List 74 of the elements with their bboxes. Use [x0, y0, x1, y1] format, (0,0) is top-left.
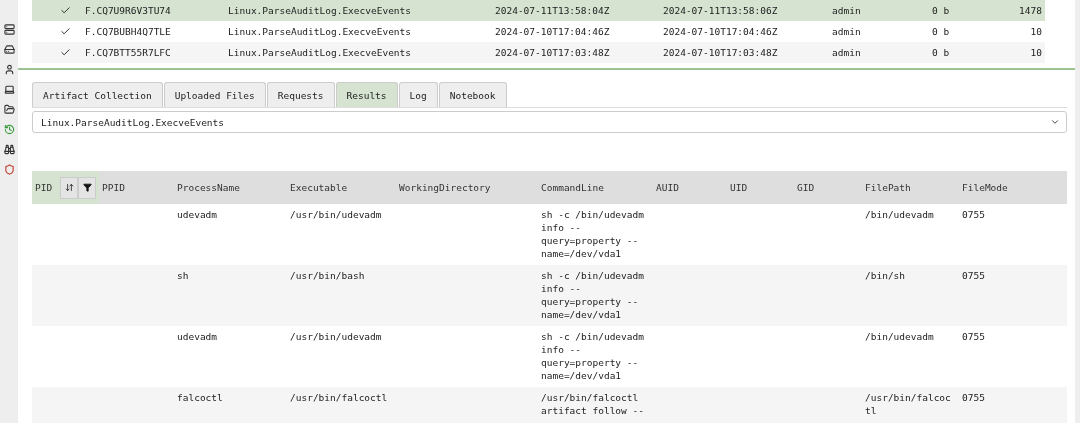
filter-button[interactable]: [78, 176, 96, 199]
table-cell-text: admin: [832, 5, 862, 16]
table-cell: 0755: [962, 392, 985, 403]
table-cell-text: admin: [832, 26, 862, 37]
column-header[interactable]: PPID: [99, 171, 174, 204]
table-cell: /usr/bin/falcoctl: [290, 392, 388, 403]
table-cell-text: Linux.ParseAuditLog.ExecveEvents: [228, 5, 413, 16]
table-cell-text: 0 b: [932, 26, 951, 37]
table-cell: 0755: [962, 270, 985, 281]
column-header[interactable]: FilePath: [862, 171, 959, 204]
table-cell-text: 1478: [1018, 5, 1042, 16]
table-cell: /bin/udevadm: [865, 209, 934, 220]
table-cell: /usr/bin/udevadm: [290, 209, 382, 220]
artifact-select[interactable]: Linux.ParseAuditLog.ExecveEvents: [32, 111, 1067, 133]
column-header[interactable]: ProcessName: [174, 171, 287, 204]
table-cell: 0755: [962, 331, 985, 342]
table-cell-text: 2024-07-10T17:03:48Z: [663, 47, 779, 58]
column-header[interactable]: GID: [794, 171, 862, 204]
column-header[interactable]: AUID: [653, 171, 727, 204]
table-cell-text: 10: [1029, 47, 1042, 58]
chevron-down-icon: [1050, 117, 1060, 127]
binoculars-icon[interactable]: [3, 142, 15, 156]
column-header[interactable]: Executable: [287, 171, 396, 204]
tab[interactable]: Requests: [266, 82, 335, 107]
shield-icon[interactable]: [3, 162, 15, 176]
tab[interactable]: Results: [335, 82, 398, 107]
server-icon[interactable]: [3, 22, 15, 36]
table-cell-text: 0 b: [932, 5, 951, 16]
table-cell: /usr/bin/bash: [290, 270, 365, 281]
table-cell: udevadm: [177, 331, 218, 342]
tab[interactable]: Notebook: [438, 82, 507, 107]
table-cell-text: 2024-07-11T13:58:06Z: [663, 5, 779, 16]
table-cell-text: admin: [832, 47, 862, 58]
flow-row[interactable]: F.CQ7BTT55R7LFC Linux.ParseAuditLog.ExecveEvents 2024-07-10T17:03:48Z 2024-07-10T17:03:48Z admin 0 b 10: [32, 42, 1045, 63]
table-cell: /usr/bin/udevadm: [290, 331, 382, 342]
table-cell: /usr/bin/falcoctl artifact follow --: [541, 392, 644, 416]
table-cell: 0755: [962, 209, 985, 220]
table-cell-text: 0 b: [932, 47, 951, 58]
tab[interactable]: Uploaded Files: [163, 82, 266, 107]
drive-icon[interactable]: [3, 42, 15, 56]
tab[interactable]: Artifact Collection: [32, 82, 163, 107]
history-icon[interactable]: [3, 122, 15, 136]
filter-icon: [82, 183, 92, 192]
column-header[interactable]: FileMode: [959, 171, 1067, 204]
table-cell: sh -c /bin/udevadm info --query=property --name=/dev/vda1: [541, 270, 644, 320]
table-cell-text: F.CQ7BTT55R7LFC: [85, 47, 172, 58]
table-cell: sh -c /bin/udevadm info --query=property --name=/dev/vda1: [541, 209, 644, 259]
table-cell-text: 2024-07-10T17:04:46Z: [663, 26, 779, 37]
table-cell: sh: [177, 270, 189, 281]
column-header[interactable]: UID: [727, 171, 794, 204]
table-cell: sh -c /bin/udevadm info --query=property --name=/dev/vda1: [541, 331, 644, 381]
column-label: PID: [35, 182, 53, 193]
table-cell-text: Linux.ParseAuditLog.ExecveEvents: [228, 26, 413, 37]
table-cell-text: Linux.ParseAuditLog.ExecveEvents: [228, 47, 413, 58]
table-cell: falcoctl: [177, 392, 223, 403]
user-icon[interactable]: [3, 62, 15, 76]
table-cell-text: F.CQ7U9R6V3TU74: [85, 5, 172, 16]
table-cell: /bin/udevadm: [865, 331, 934, 342]
column-header[interactable]: CommandLine: [538, 171, 653, 204]
sort-icon: [64, 183, 74, 192]
table-cell: /bin/sh: [865, 270, 906, 281]
table-cell-text: 10: [1029, 26, 1042, 37]
table-cell-text: 2024-07-11T13:58:04Z: [495, 5, 611, 16]
folder-icon[interactable]: [3, 102, 15, 116]
table-cell: udevadm: [177, 209, 218, 220]
table-cell: /usr/bin/falcoctl: [865, 392, 951, 416]
sort-button[interactable]: [60, 176, 79, 199]
table-cell-text: F.CQ7BUBH4Q7TLE: [85, 26, 172, 37]
tab[interactable]: Log: [398, 82, 438, 107]
table-cell-text: 2024-07-10T17:03:48Z: [495, 47, 611, 58]
column-header[interactable]: WorkingDirectory: [396, 171, 538, 204]
column-header[interactable]: PID: [32, 171, 99, 204]
flow-row[interactable]: F.CQ7U9R6V3TU74 Linux.ParseAuditLog.ExecveEvents 2024-07-11T13:58:04Z 2024-07-11T13:58:06Z admin 0 b 1478: [32, 0, 1045, 21]
table-cell-text: 2024-07-10T17:04:46Z: [495, 26, 611, 37]
